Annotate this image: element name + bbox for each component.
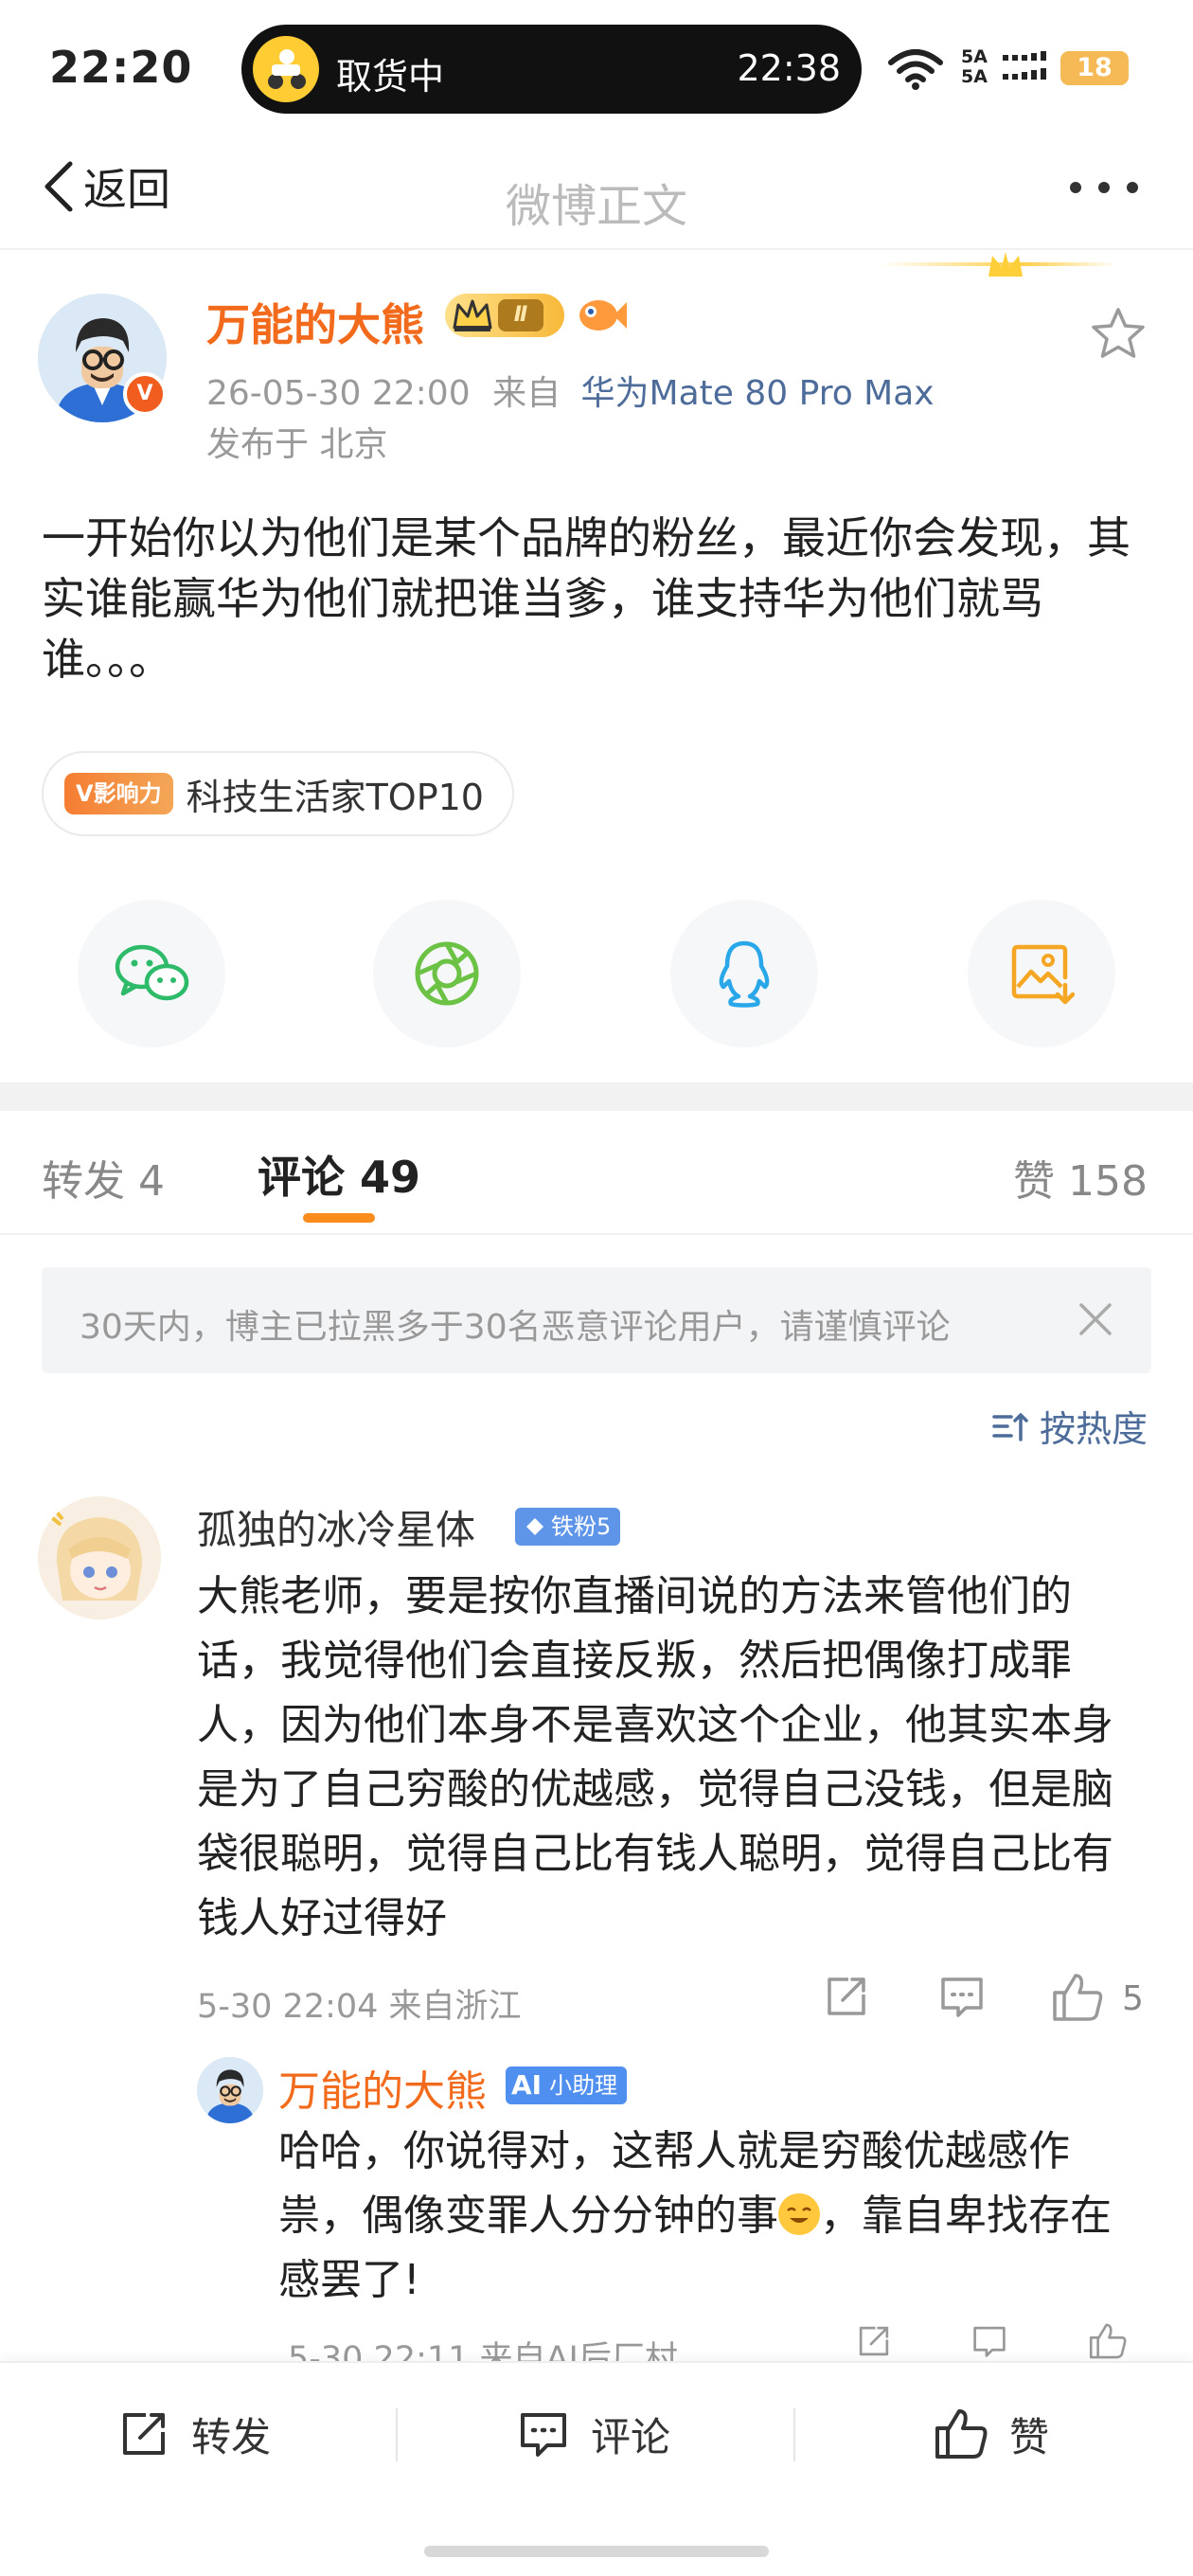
bottom-divider <box>793 2408 795 2461</box>
comment-like-count: 5 <box>1122 1979 1144 2018</box>
topic-label: 科技生活家TOP10 <box>186 776 484 818</box>
more-icon[interactable] <box>1070 182 1138 193</box>
delivery-rider-icon <box>253 36 319 102</box>
post-text: 一开始你以为他们是某个品牌的粉丝，最近你会发现，其实谁能赢华为他们就把谁当爹，谁… <box>42 512 1131 685</box>
crown-decoration-icon <box>988 252 1023 277</box>
nav-bar: 返回 微博正文 <box>0 133 1193 246</box>
bottom-like-label: 赞 <box>1009 2413 1050 2460</box>
bottom-repost-label: 转发 <box>191 2413 272 2460</box>
ai-assistant-badge: AI 小助理 <box>506 2066 628 2104</box>
ai-logo: AI <box>511 2069 543 2101</box>
live-activity-pill[interactable]: 取货中 22:38 <box>241 25 862 114</box>
save-image-button[interactable] <box>968 900 1115 1047</box>
save-image-icon <box>1011 944 1075 1005</box>
sort-toggle[interactable]: 按热度 <box>990 1400 1148 1452</box>
fan-level-badge: 铁粉5 <box>515 1508 621 1546</box>
tab-reposts[interactable]: 转发 4 <box>42 1147 165 1208</box>
live-activity-time: 22:38 <box>737 47 841 89</box>
close-icon[interactable] <box>1076 1299 1115 1339</box>
comment-icon <box>521 2413 566 2457</box>
bottom-repost-button[interactable]: 转发 <box>117 2403 271 2465</box>
reply-author-avatar[interactable] <box>197 2057 263 2123</box>
bottom-like-button[interactable]: 赞 <box>934 2403 1049 2465</box>
fish-emblem-icon <box>579 300 627 331</box>
wechat-icon <box>115 944 189 1001</box>
verified-badge: V <box>123 372 167 416</box>
live-activity-status: 取货中 <box>336 56 445 98</box>
share-moments-button[interactable] <box>373 900 521 1047</box>
like-icon[interactable] <box>1051 1972 1104 2023</box>
page-title: 微博正文 <box>505 180 687 233</box>
tabs-divider <box>0 1233 1193 1235</box>
repost-icon <box>123 2413 165 2455</box>
post-timestamp: 26-05-30 22:00 <box>206 374 471 413</box>
tab-comments[interactable]: 评论 49 <box>258 1143 420 1206</box>
qq-icon <box>719 940 770 1008</box>
commenter-avatar[interactable] <box>38 1496 161 1619</box>
thumbs-up-icon <box>935 2409 988 2459</box>
reply-text: 哈哈，你说得对，这帮人就是穷酸优越感作祟，偶像变罪人分分钟的事 ，靠自卑找存在感罢… <box>278 2127 1112 2304</box>
comment-notice: 30天内，博主已拉黑多于30名恶意评论用户，请谨慎评论 <box>42 1267 1151 1373</box>
favorite-star-icon[interactable] <box>1089 305 1148 364</box>
laugh-emoji-icon <box>778 2193 820 2235</box>
share-wechat-button[interactable] <box>78 900 225 1047</box>
post-device[interactable]: 华为Mate 80 Pro Max <box>581 374 935 413</box>
share-row <box>0 900 1193 1051</box>
author-badges: Ⅱ <box>445 294 627 337</box>
commenter-name[interactable]: 孤独的冰冷星体 <box>197 1498 475 1556</box>
reply-comment-icon[interactable] <box>968 2322 1011 2360</box>
author-name[interactable]: 万能的大熊 <box>206 291 424 353</box>
tab-likes[interactable]: 赞 158 <box>1013 1147 1148 1208</box>
battery-indicator: 18 <box>1060 51 1129 85</box>
home-indicator[interactable] <box>424 2546 769 2557</box>
bottom-comment-button[interactable]: 评论 <box>517 2403 670 2465</box>
status-bar: 22:20 取货中 22:38 5A 5A 18 <box>0 0 1193 133</box>
wifi-icon <box>888 49 943 90</box>
share-qq-button[interactable] <box>670 900 818 1047</box>
post-meta: 26-05-30 22:00 来自 华为Mate 80 Pro Max <box>206 366 935 415</box>
level-badge[interactable]: Ⅱ <box>445 294 564 337</box>
bottom-action-bar: 转发 评论 赞 <box>0 2361 1193 2576</box>
reply-comment-icon[interactable] <box>937 1972 987 2021</box>
network-label: 5A 5A <box>961 46 988 87</box>
topic-chip[interactable]: V影响力 科技生活家TOP10 <box>42 751 514 836</box>
share-icon[interactable] <box>822 1972 871 2021</box>
crown-icon <box>453 299 492 331</box>
sort-label: 按热度 <box>1039 1408 1148 1450</box>
sort-icon <box>992 1412 1028 1441</box>
bottom-comment-label: 评论 <box>591 2413 671 2460</box>
section-gap <box>0 1082 1193 1111</box>
post-location: 发布于 北京 <box>206 425 388 464</box>
signal-icon <box>1003 51 1046 80</box>
influence-badge: V影响力 <box>64 773 173 814</box>
interaction-tabs: 转发 4 评论 49 赞 158 <box>0 1111 1193 1234</box>
comment-text: 大熊老师，要是按你直播间说的方法来管他们的话，我觉得他们会直接反叛，然后把偶像打… <box>197 1572 1113 1942</box>
comment-actions: 5 <box>0 1972 1193 2029</box>
diamond-icon <box>526 1518 543 1535</box>
reply-actions <box>0 2322 1193 2360</box>
reply-like-icon[interactable] <box>1085 2322 1131 2360</box>
post-source-prefix: 来自 <box>492 374 561 413</box>
notice-text: 30天内，博主已拉黑多于30名恶意评论用户，请谨慎评论 <box>80 1308 951 1347</box>
bottom-divider <box>396 2408 398 2461</box>
status-time: 22:20 <box>49 42 193 93</box>
moments-icon <box>415 941 479 1006</box>
reply-author-name[interactable]: 万能的大熊 <box>278 2057 487 2118</box>
active-tab-indicator <box>303 1213 375 1223</box>
reply-share-icon[interactable] <box>852 2322 896 2360</box>
